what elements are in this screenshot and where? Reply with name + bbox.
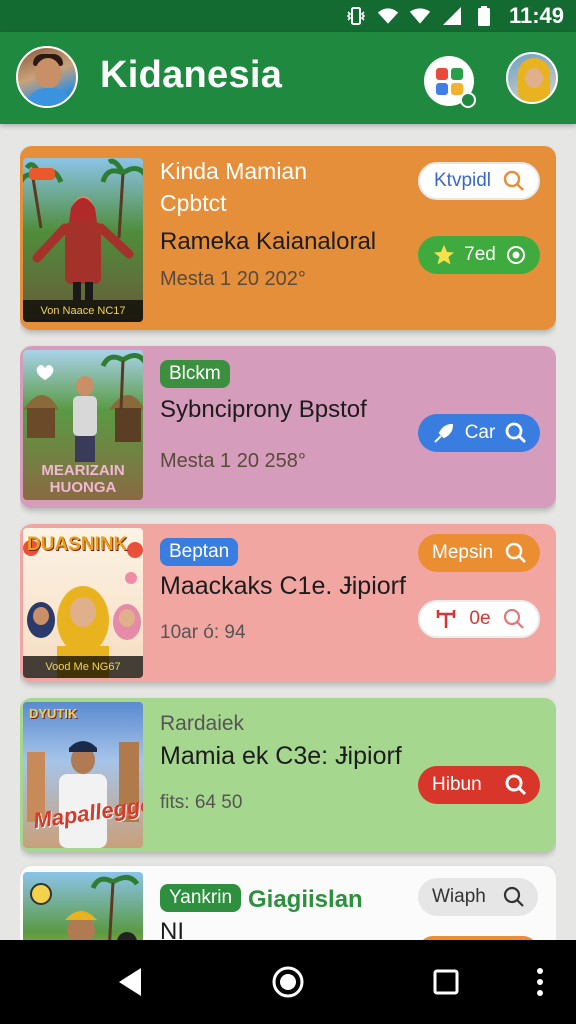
rocket-icon bbox=[432, 421, 456, 445]
video-thumbnail[interactable]: DYUTIK Mapallegge bbox=[23, 702, 143, 848]
rating-pill[interactable]: 7ed bbox=[418, 236, 540, 274]
search-icon bbox=[502, 885, 526, 909]
recents-button[interactable] bbox=[426, 962, 466, 1002]
search-pill[interactable]: Wiaph bbox=[418, 878, 538, 916]
card-meta: fits: 64 50 bbox=[160, 792, 243, 813]
card-subtitle: Rardaiek bbox=[160, 712, 245, 735]
pill-label: Mepsin bbox=[432, 542, 494, 563]
app-title: Kidanesia bbox=[100, 54, 283, 96]
apps-badge bbox=[460, 92, 476, 108]
pill-label: Hibun bbox=[432, 774, 482, 795]
search-pill[interactable]: Hibun bbox=[418, 766, 540, 804]
signal-icon bbox=[441, 5, 463, 27]
search-icon bbox=[504, 773, 528, 797]
card-subtitle: Cpbtct bbox=[160, 190, 227, 216]
thumbnail-caption: MEARIZAIN HUONGA bbox=[41, 462, 125, 496]
pill-label: Ktvpidl bbox=[434, 170, 492, 191]
status-bar: 11:49 bbox=[0, 0, 576, 32]
search-icon bbox=[502, 607, 526, 631]
apps-grid-icon bbox=[435, 67, 463, 95]
vibrate-icon bbox=[345, 5, 367, 27]
signal-wifi-icon bbox=[409, 5, 431, 27]
video-card[interactable]: Yankrin Giagiislan NI Wiaph bbox=[20, 866, 556, 940]
apps-tile-blue bbox=[435, 82, 448, 95]
apps-tile-green bbox=[450, 67, 463, 80]
search-pill[interactable]: Ktvpidl bbox=[418, 162, 540, 200]
user-avatar[interactable] bbox=[506, 52, 558, 104]
thumbnail-title: DUASNINK bbox=[27, 534, 128, 555]
back-button[interactable] bbox=[110, 962, 150, 1002]
video-card[interactable]: Von Naace NC17 Kinda Mamian Cpbtct Ramek… bbox=[20, 146, 556, 330]
action-pill[interactable]: Car bbox=[418, 414, 540, 452]
video-thumbnail[interactable]: MEARIZAIN HUONGA bbox=[23, 350, 143, 500]
app-bar: Kidanesia bbox=[0, 32, 576, 154]
video-card[interactable]: DUASNINK Vood Me NG67 Beptan Maackaks C1… bbox=[20, 524, 556, 682]
category-tag[interactable]: Beptan bbox=[160, 538, 239, 566]
search-icon bbox=[504, 541, 528, 565]
card-date: Mesta 1 20 202° bbox=[160, 268, 306, 290]
pill-label: 0e bbox=[469, 608, 491, 629]
hammer-icon bbox=[434, 607, 458, 631]
pill-label: Car bbox=[464, 422, 496, 443]
search-pill[interactable]: Mepsin bbox=[418, 534, 540, 572]
clock: 11:49 bbox=[508, 3, 564, 28]
video-card[interactable]: MEARIZAIN HUONGA Blckm Sybncipronу Bpsto… bbox=[20, 346, 556, 508]
video-card[interactable]: DYUTIK Mapallegge Rardaiek Mamia ek C3e:… bbox=[20, 698, 556, 852]
card-meta: 10ar ó: 94 bbox=[160, 622, 246, 643]
card-heading: Giagiislan bbox=[248, 886, 363, 913]
pill-label: Wiaph bbox=[432, 886, 486, 907]
card-title: Maackaks C1e. Ɉipiorf bbox=[160, 572, 406, 600]
video-thumbnail[interactable] bbox=[23, 872, 143, 940]
search-icon bbox=[502, 169, 526, 193]
category-tag[interactable]: Blckm bbox=[160, 360, 230, 388]
pill-label: 7ed bbox=[464, 244, 496, 265]
home-button[interactable] bbox=[268, 962, 308, 1002]
menu-button[interactable] bbox=[520, 962, 560, 1002]
wifi-icon bbox=[377, 5, 399, 27]
video-thumbnail[interactable]: DUASNINK Vood Me NG67 bbox=[23, 528, 143, 678]
apps-tile-yellow bbox=[450, 82, 463, 95]
card-date: Mesta 1 20 258° bbox=[160, 450, 306, 472]
video-feed[interactable]: Von Naace NC17 Kinda Mamian Cpbtct Ramek… bbox=[20, 146, 556, 940]
search-icon bbox=[504, 421, 528, 445]
apps-tile-red bbox=[435, 67, 448, 80]
card-title: Rameka Kaianaloral bbox=[160, 228, 377, 255]
profile-avatar[interactable] bbox=[16, 46, 78, 108]
thumbnail-caption: Vood Me NG67 bbox=[23, 656, 143, 678]
radio-icon bbox=[504, 243, 528, 267]
battery-icon bbox=[473, 5, 495, 27]
apps-grid-button[interactable] bbox=[424, 56, 476, 108]
thumbnail-caption: Von Naace NC17 bbox=[23, 300, 143, 322]
card-title: NI bbox=[160, 918, 184, 940]
category-tag[interactable]: Yankrin bbox=[160, 884, 242, 912]
video-thumbnail[interactable]: Von Naace NC17 bbox=[23, 158, 143, 322]
navigation-bar bbox=[0, 940, 576, 1024]
action-pill[interactable]: 0e bbox=[418, 600, 540, 638]
star-icon bbox=[432, 243, 456, 267]
card-title: Sybncipronу Bpstof bbox=[160, 396, 367, 423]
thumbnail-title: DYUTIK bbox=[29, 706, 78, 721]
card-subtitle: Kinda Mamian bbox=[160, 158, 308, 184]
card-title: Mamia ek C3e: Ɉipiorf bbox=[160, 742, 402, 770]
